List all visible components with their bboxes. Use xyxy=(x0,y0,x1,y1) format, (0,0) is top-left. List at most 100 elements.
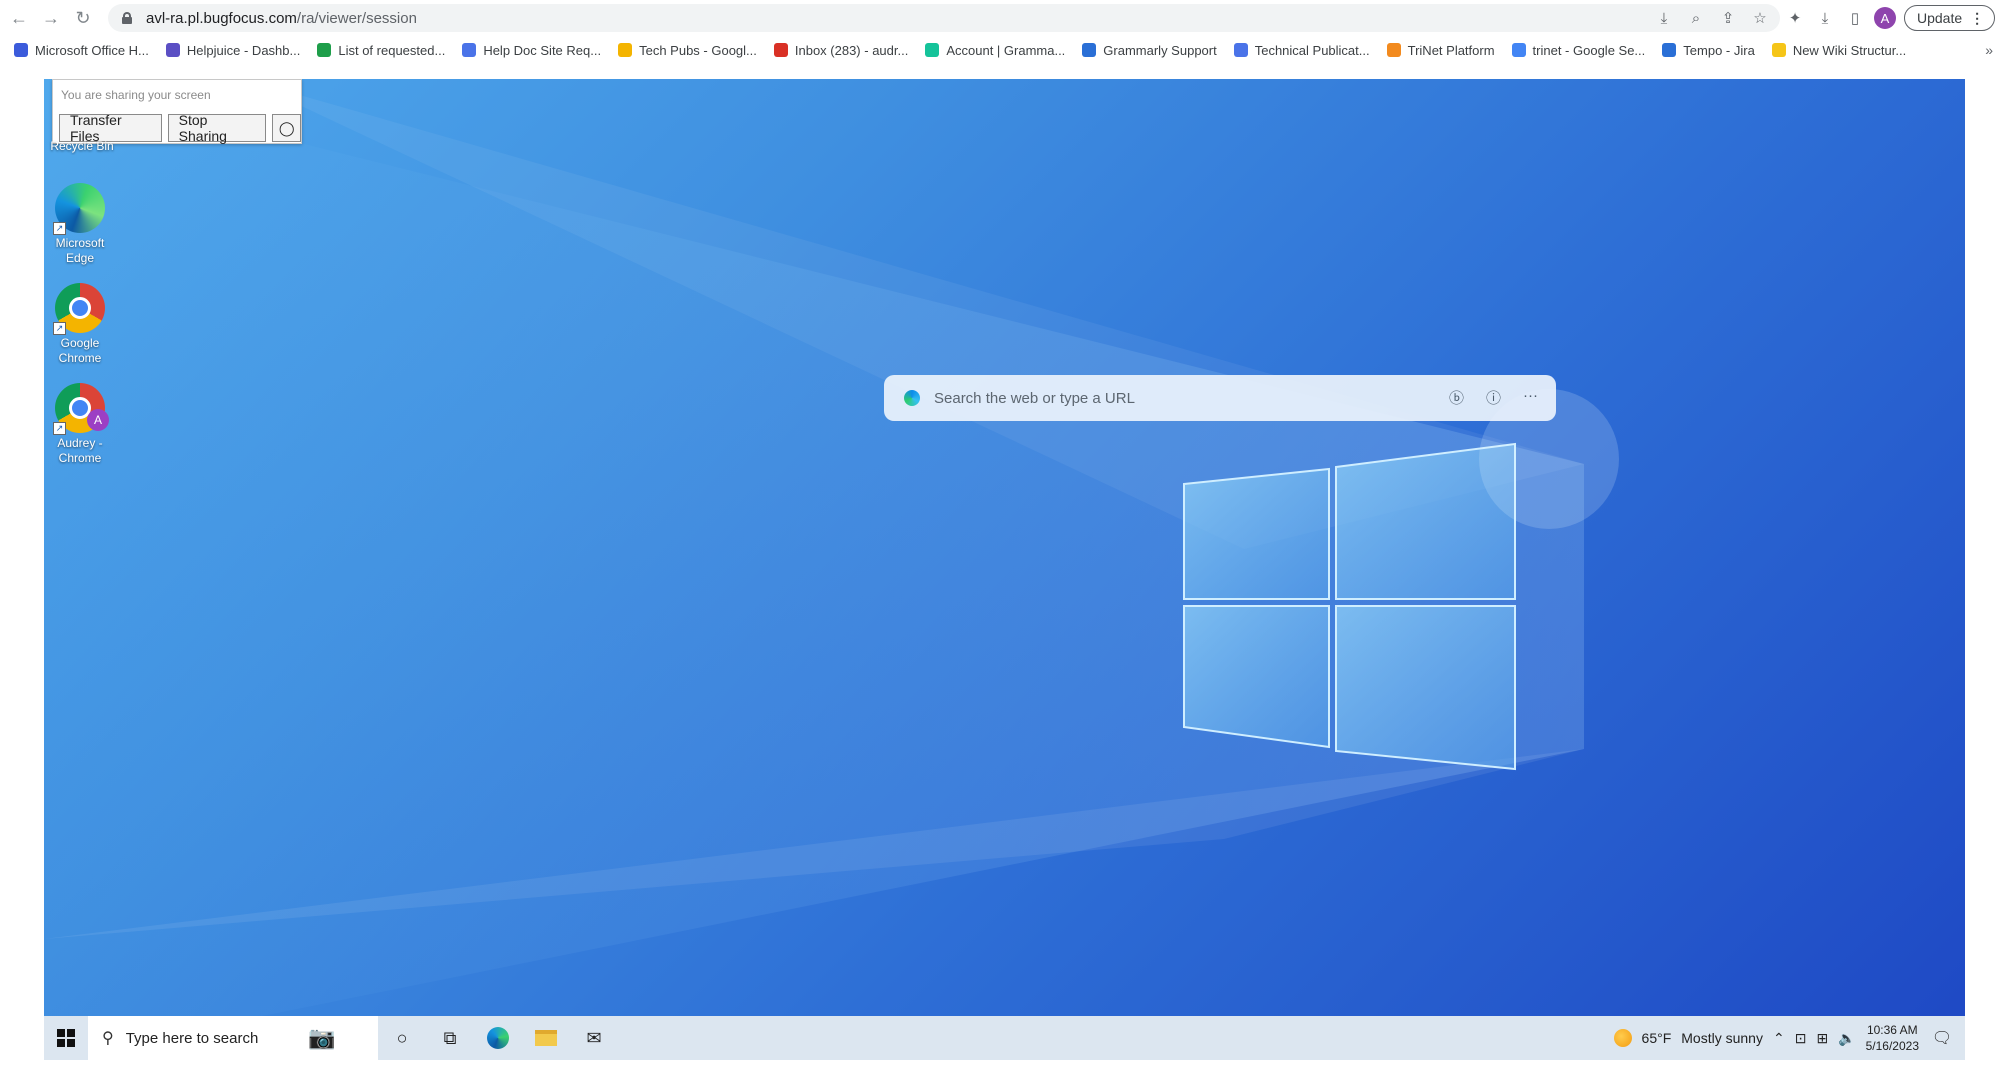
search-icon: ⚲ xyxy=(102,1030,114,1047)
edge-desktop-search-bar[interactable]: Search the web or type a URL ⓑ ⓘ ··· xyxy=(884,375,1556,421)
bookmark-favicon-icon xyxy=(925,43,940,57)
bookmark-item[interactable]: Technical Publicat... xyxy=(1233,42,1370,58)
volume-speaker-icon[interactable]: 🔈 xyxy=(1838,1030,1855,1047)
bookmark-item[interactable]: TriNet Platform xyxy=(1386,42,1495,58)
back-arrow-icon[interactable]: ← xyxy=(6,5,32,31)
network-icon[interactable]: ⊞ xyxy=(1816,1030,1828,1047)
profile-avatar[interactable]: A xyxy=(1874,7,1896,29)
recycle-bin-label-partial[interactable]: Recycle Bin xyxy=(46,139,118,155)
side-panel-icon[interactable]: ▯ xyxy=(1844,7,1866,29)
audrey-label-line2: Chrome xyxy=(58,451,102,465)
search-highlight-icon: 📷 xyxy=(308,1025,336,1050)
desktop-icon-google-chrome[interactable]: ↗ Google Chrome xyxy=(44,283,116,366)
forward-arrow-icon[interactable]: → xyxy=(38,5,64,31)
chrome-profile-logo-icon: A ↗ xyxy=(53,383,109,435)
bookmark-label: Account | Gramma... xyxy=(946,42,1066,58)
meet-now-icon[interactable]: ⊡ xyxy=(1795,1030,1807,1047)
bookmark-item[interactable]: Grammarly Support xyxy=(1082,42,1217,58)
bookmark-favicon-icon xyxy=(462,43,477,57)
edge-search-placeholder: Search the web or type a URL xyxy=(934,389,1135,407)
shortcut-arrow-icon: ↗ xyxy=(53,322,66,335)
mail-envelope-icon[interactable]: ✉ xyxy=(570,1016,618,1060)
task-view-icon[interactable]: ⧉ xyxy=(426,1016,474,1060)
show-hidden-icons-chevron-icon[interactable]: ⌃ xyxy=(1773,1030,1785,1047)
address-bar[interactable]: avl-ra.pl.bugfocus.com/ra/viewer/session… xyxy=(108,4,1780,32)
chrome-label-line2: Chrome xyxy=(58,351,102,365)
chrome-label-line1: Google xyxy=(60,336,100,350)
chat-bubble-icon: ◯ xyxy=(278,119,295,136)
edge-logo-icon xyxy=(904,390,920,406)
taskbar-search-box[interactable]: ⚲ Type here to search 📷 xyxy=(88,1016,378,1060)
bing-chat-icon[interactable]: ⓑ xyxy=(1449,387,1464,408)
bookmark-item[interactable]: Help Doc Site Req... xyxy=(462,43,601,58)
bookmark-label: Technical Publicat... xyxy=(1254,42,1370,58)
sharing-message: You are sharing your screen xyxy=(61,88,211,102)
bookmark-item[interactable]: trinet - Google Se... xyxy=(1511,42,1646,58)
wallpaper-light-beams xyxy=(44,79,1619,1060)
file-explorer-icon[interactable] xyxy=(522,1016,570,1060)
windows-logo-icon xyxy=(57,1029,75,1047)
chat-bubble-button[interactable]: ◯ xyxy=(272,114,301,142)
bookmark-favicon-icon xyxy=(1233,43,1248,57)
bookmark-item[interactable]: Tech Pubs - Googl... xyxy=(618,43,757,58)
bookmark-label: Grammarly Support xyxy=(1103,42,1217,58)
extensions-puzzle-icon[interactable]: ✦ xyxy=(1784,7,1806,29)
lock-icon[interactable] xyxy=(122,12,132,24)
bookmark-item[interactable]: New Wiki Structur... xyxy=(1771,43,1906,58)
taskbar-edge-icon[interactable] xyxy=(474,1016,522,1060)
edge-label-line1: Microsoft xyxy=(55,236,105,250)
windows-start-button[interactable] xyxy=(44,1016,88,1060)
bookmark-item[interactable]: Helpjuice - Dashb... xyxy=(165,43,300,58)
bookmark-label: Microsoft Office H... xyxy=(35,42,149,58)
stop-sharing-button[interactable]: Stop Sharing xyxy=(167,112,267,144)
shortcut-arrow-icon: ↗ xyxy=(53,422,66,435)
install-app-icon[interactable]: ⤓ xyxy=(1654,8,1674,28)
bookmark-favicon-icon xyxy=(317,43,332,57)
weather-description[interactable]: Mostly sunny xyxy=(1681,1030,1763,1046)
zoom-icon[interactable]: ⌕ xyxy=(1686,8,1706,28)
downloads-icon[interactable]: ⤓ xyxy=(1814,7,1836,29)
transfer-files-button[interactable]: Transfer Files xyxy=(59,112,162,144)
bookmark-favicon-icon xyxy=(773,43,788,57)
bookmarks-more-icon[interactable]: » xyxy=(1985,42,1993,58)
chrome-logo-icon: ↗ xyxy=(53,283,105,335)
bookmark-favicon-icon xyxy=(1386,43,1401,57)
bookmark-label: Tech Pubs - Googl... xyxy=(639,42,757,58)
clock-date: 5/16/2023 xyxy=(1865,1039,1919,1053)
bookmark-favicon-icon xyxy=(618,43,633,57)
url-text[interactable]: avl-ra.pl.bugfocus.com/ra/viewer/session xyxy=(146,10,417,27)
notification-center-icon[interactable]: 🗨 xyxy=(1929,1028,1955,1048)
help-question-icon[interactable]: ⓘ xyxy=(1486,387,1501,408)
more-dots-icon[interactable]: ··· xyxy=(1523,387,1538,408)
bookmark-item[interactable]: List of requested... xyxy=(317,43,445,58)
reload-icon[interactable]: ↻ xyxy=(70,5,96,31)
weather-sun-icon[interactable] xyxy=(1613,1029,1632,1047)
screen-sharing-panel: You are sharing your screen Transfer Fil… xyxy=(52,79,302,144)
bookmark-favicon-icon xyxy=(1662,43,1677,57)
remote-desktop-view[interactable]: You are sharing your screen Transfer Fil… xyxy=(44,79,1965,1060)
bookmark-label: Help Doc Site Req... xyxy=(483,42,602,58)
desktop-icon-microsoft-edge[interactable]: ↗ Microsoft Edge xyxy=(44,183,116,266)
desktop-icon-audrey-chrome[interactable]: A ↗ Audrey - Chrome xyxy=(44,383,116,466)
bookmark-label: List of requested... xyxy=(338,42,446,58)
clock-time: 10:36 AM xyxy=(1866,1023,1918,1037)
taskbar-clock[interactable]: 10:36 AM 5/16/2023 xyxy=(1866,1022,1919,1054)
weather-temperature[interactable]: 65°F xyxy=(1642,1030,1672,1046)
bookmark-star-icon[interactable]: ☆ xyxy=(1750,8,1770,28)
cortana-circle-icon[interactable]: ○ xyxy=(378,1016,426,1060)
bookmark-item[interactable]: Inbox (283) - audr... xyxy=(773,42,909,58)
bookmark-favicon-icon xyxy=(165,43,180,57)
bookmark-item[interactable]: Account | Gramma... xyxy=(925,43,1065,58)
bookmark-label: TriNet Platform xyxy=(1407,42,1495,58)
profile-badge: A xyxy=(87,409,109,431)
edge-label-line2: Edge xyxy=(65,251,95,265)
bookmark-item[interactable]: Microsoft Office H... xyxy=(14,43,149,58)
bookmark-label: Inbox (283) - audr... xyxy=(794,42,909,58)
bookmark-label: trinet - Google Se... xyxy=(1532,42,1646,58)
update-button[interactable]: Update ⋮ xyxy=(1904,5,1996,31)
system-tray: 65°F Mostly sunny ⌃ ⊡ ⊞ 🔈 10:36 AM 5/16/… xyxy=(1613,1016,1965,1060)
taskbar-search-placeholder: Type here to search xyxy=(125,1029,259,1047)
audrey-label-line1: Audrey - xyxy=(57,436,103,450)
bookmark-item[interactable]: Tempo - Jira xyxy=(1662,43,1755,58)
share-icon[interactable]: ⇪ xyxy=(1718,8,1738,28)
